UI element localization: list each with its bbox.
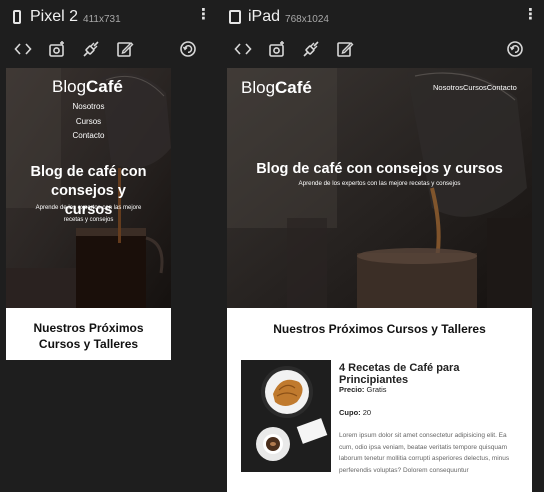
nav-link-contacto[interactable]: Contacto <box>6 131 171 140</box>
hero-subtitle: Aprende de los expertos con las mejore r… <box>35 205 142 223</box>
device-size: 768x1024 <box>285 13 329 25</box>
course-price-value: Gratis <box>366 385 387 394</box>
site-logo[interactable]: BlogCafé <box>241 78 312 98</box>
course-price: Precio: Gratis <box>339 385 387 394</box>
course-description: Lorem ipsum dolor sit amet consectetur a… <box>339 432 510 474</box>
hero-section: BlogCafé Nosotros Cursos Contacto Blog d… <box>6 68 171 308</box>
rotate-icon[interactable] <box>177 38 199 60</box>
tablet-icon <box>228 8 242 26</box>
ipad-viewport[interactable]: BlogCafé NosotrosCursosContacto Blog de … <box>227 68 532 492</box>
device-panel-ipad: iPad 768x1024 ⋮ BlogCafé NosotrosCursosC… <box>222 0 544 492</box>
device-header: iPad 768x1024 <box>228 6 329 28</box>
nav-links-inline[interactable]: NosotrosCursosContacto <box>433 83 517 92</box>
device-name: Pixel 2 <box>30 8 79 25</box>
nav-link-cursos[interactable]: Cursos <box>6 117 171 126</box>
logo-bold-text: Café <box>86 77 123 96</box>
section-title: Nuestros Próximos Cursos y Talleres <box>33 321 144 351</box>
more-options-icon[interactable]: ⋮ <box>196 7 211 22</box>
code-icon[interactable] <box>12 38 34 60</box>
section-title: Nuestros Próximos Cursos y Talleres <box>273 322 486 336</box>
site-logo[interactable]: BlogCafé <box>52 77 123 97</box>
edit-icon[interactable] <box>114 38 136 60</box>
course-quota: Cupo: 20 <box>339 408 371 417</box>
device-size: 411x731 <box>83 13 121 25</box>
hero-title: Blog de café con consejos y cursos <box>256 161 503 177</box>
phone-icon <box>10 8 24 26</box>
edit-icon[interactable] <box>334 38 356 60</box>
hero-section: BlogCafé NosotrosCursosContacto Blog de … <box>227 68 532 308</box>
pixel2-viewport[interactable]: BlogCafé Nosotros Cursos Contacto Blog d… <box>6 68 171 360</box>
device-header: Pixel 2 411x731 <box>10 6 121 28</box>
logo-light-text: Blog <box>52 77 87 96</box>
more-options-icon[interactable]: ⋮ <box>523 7 538 22</box>
course-price-label: Precio: <box>339 385 365 394</box>
course-quota-value: 20 <box>362 408 372 417</box>
rotate-icon[interactable] <box>504 38 526 60</box>
logo-bold-text: Café <box>275 78 312 97</box>
course-title[interactable]: 4 Recetas de Café para Principiantes <box>339 362 526 386</box>
screenshot-icon[interactable] <box>46 38 68 60</box>
code-icon[interactable] <box>232 38 254 60</box>
device-toolbar <box>0 38 215 62</box>
hero-subtitle: Aprende de los expertos con las mejore r… <box>298 180 461 187</box>
course-card[interactable]: 4 Recetas de Café para Principiantes Pre… <box>241 360 526 492</box>
course-quota-label: Cupo: <box>339 408 361 417</box>
network-icon[interactable] <box>300 38 322 60</box>
device-panel-pixel2: Pixel 2 411x731 ⋮ BlogCafé Nosotros Curs… <box>0 0 215 492</box>
device-name: iPad <box>248 8 281 25</box>
course-image <box>241 360 331 472</box>
network-icon[interactable] <box>80 38 102 60</box>
logo-light-text: Blog <box>241 78 276 97</box>
screenshot-icon[interactable] <box>266 38 288 60</box>
nav-link-nosotros[interactable]: Nosotros <box>6 102 171 111</box>
device-toolbar <box>222 38 544 62</box>
